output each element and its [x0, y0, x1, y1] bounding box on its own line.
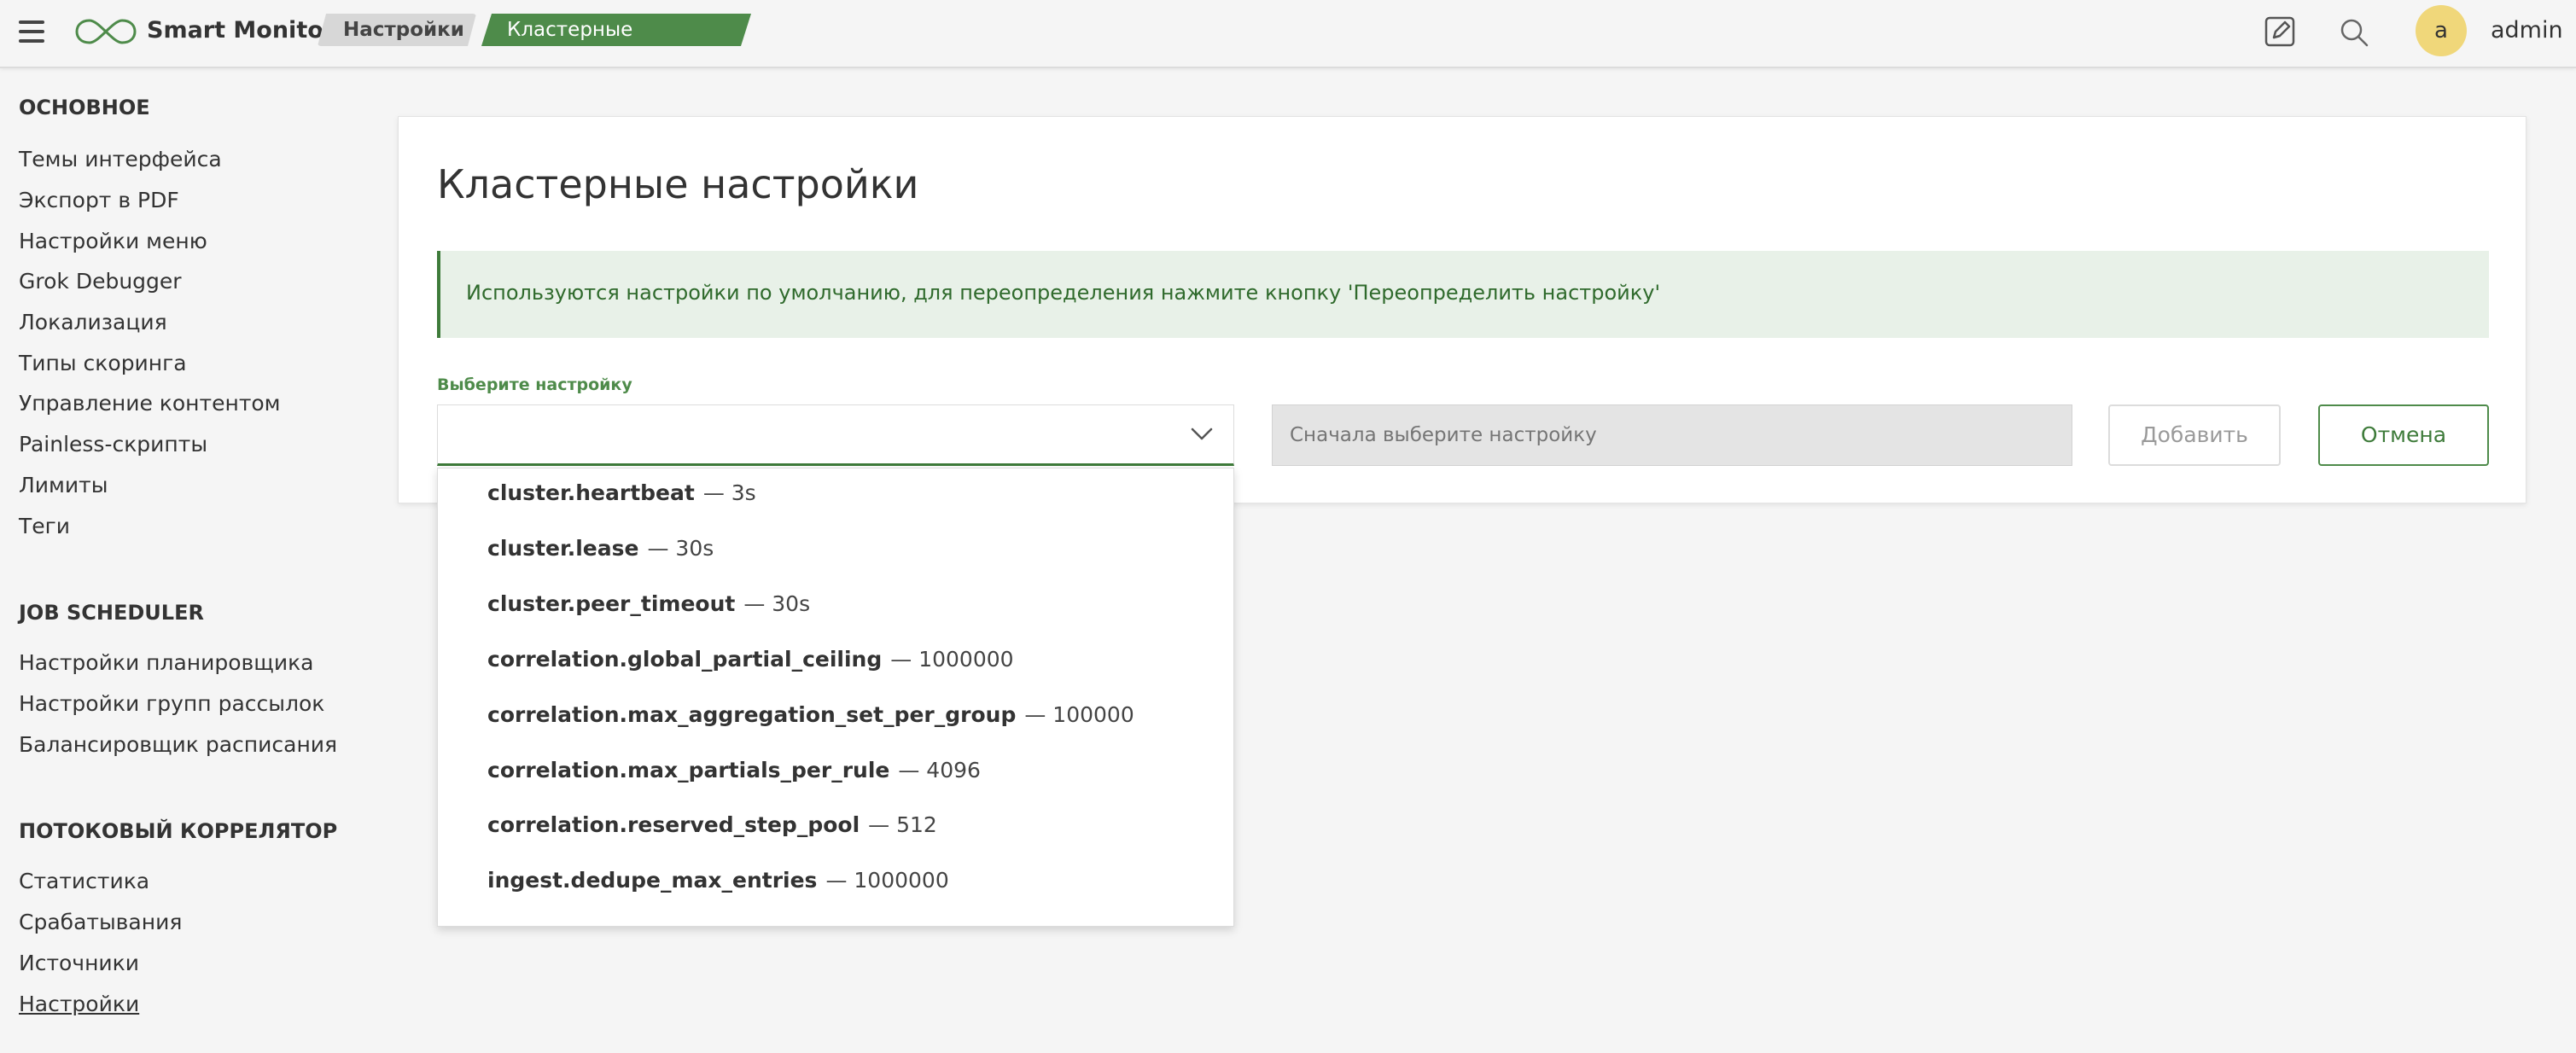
sidebar-item-scheduler-settings[interactable]: Настройки планировщика	[19, 649, 313, 678]
setting-select[interactable]	[437, 404, 1234, 466]
option-name: correlation.global_partial_ceiling	[487, 647, 883, 672]
option-value: — 30s	[647, 536, 714, 561]
sidebar-section-main: ОСНОВНОЕ	[19, 96, 150, 119]
dropdown-option[interactable]: cluster.peer_timeout — 30s	[487, 590, 810, 619]
option-value: — 1000000	[890, 647, 1014, 672]
sidebar-item-scoring-types[interactable]: Типы скоринга	[19, 349, 187, 378]
app-name[interactable]: Smart Monitor	[147, 15, 335, 46]
avatar[interactable]: a	[2416, 5, 2467, 56]
dropdown-option[interactable]: correlation.reserved_step_pool — 512	[487, 811, 937, 840]
sidebar-item-pdf-export[interactable]: Экспорт в PDF	[19, 186, 179, 215]
chevron-down-icon[interactable]	[1190, 423, 1214, 444]
dropdown-option[interactable]: cluster.heartbeat — 3s	[487, 479, 756, 508]
notice-text: Используются настройки по умолчанию, для…	[466, 281, 1661, 305]
edit-icon[interactable]	[2264, 15, 2296, 48]
option-name: ingest.dedupe_max_entries	[487, 868, 818, 893]
breadcrumb-cluster-settings[interactable]: Кластерные настройки	[481, 14, 751, 46]
search-icon[interactable]	[2339, 17, 2369, 48]
option-value: — 4096	[898, 758, 981, 782]
option-name: cluster.lease	[487, 536, 639, 561]
sidebar: ОСНОВНОЕ Темы интерфейса Экспорт в PDF Н…	[0, 70, 376, 1053]
page-title: Кластерные настройки	[437, 161, 919, 207]
option-value: — 100000	[1024, 702, 1134, 727]
option-name: correlation.max_aggregation_set_per_grou…	[487, 702, 1017, 727]
sidebar-item-grok-debugger[interactable]: Grok Debugger	[19, 267, 182, 296]
sidebar-item-menu-settings[interactable]: Настройки меню	[19, 227, 207, 256]
option-value: — 3s	[702, 480, 756, 505]
add-button[interactable]: Добавить	[2108, 404, 2281, 466]
option-value: — 1000000	[825, 868, 949, 893]
sidebar-item-limits[interactable]: Лимиты	[19, 471, 108, 500]
sidebar-section-job-scheduler: JOB SCHEDULER	[19, 601, 204, 625]
sidebar-item-themes[interactable]: Темы интерфейса	[19, 145, 222, 174]
sidebar-item-sources[interactable]: Источники	[19, 949, 139, 978]
sidebar-item-tags[interactable]: Теги	[19, 512, 70, 541]
sidebar-item-settings[interactable]: Настройки	[19, 990, 139, 1019]
username[interactable]: admin	[2491, 15, 2563, 46]
setting-select-label: Выберите настройку	[437, 375, 632, 394]
dropdown-option[interactable]: ingest.dedupe_max_entries — 1000000	[487, 866, 949, 895]
option-name: cluster.peer_timeout	[487, 591, 736, 616]
sidebar-item-content-management[interactable]: Управление контентом	[19, 389, 281, 418]
setting-dropdown: cluster.heartbeat — 3s cluster.lease — 30s…	[437, 468, 1234, 927]
sidebar-item-painless-scripts[interactable]: Painless-скрипты	[19, 430, 207, 459]
top-bar: Smart Monitor Настройки Кластерные настр…	[0, 0, 2576, 68]
option-name: cluster.heartbeat	[487, 480, 695, 505]
option-name: correlation.reserved_step_pool	[487, 812, 860, 837]
logo-infinity-icon	[75, 19, 137, 44]
sidebar-item-statistics[interactable]: Статистика	[19, 867, 149, 896]
setting-value-input[interactable]	[1272, 404, 2072, 466]
sidebar-item-schedule-balancer[interactable]: Балансировщик расписания	[19, 730, 337, 759]
sidebar-section-correlator: ПОТОКОВЫЙ КОРРЕЛЯТОР	[19, 819, 338, 843]
option-value: — 512	[868, 812, 937, 837]
dropdown-option[interactable]: correlation.max_aggregation_set_per_grou…	[487, 701, 1134, 730]
dropdown-option[interactable]: correlation.max_partials_per_rule — 4096	[487, 756, 981, 785]
sidebar-item-alerts[interactable]: Срабатывания	[19, 908, 182, 937]
menu-icon[interactable]	[19, 20, 44, 43]
option-name: correlation.max_partials_per_rule	[487, 758, 890, 782]
sidebar-item-mailing-groups[interactable]: Настройки групп рассылок	[19, 689, 324, 718]
dropdown-option[interactable]: cluster.lease — 30s	[487, 534, 714, 563]
breadcrumb-settings[interactable]: Настройки	[318, 14, 476, 46]
info-notice: Используются настройки по умолчанию, для…	[437, 251, 2489, 338]
cancel-button[interactable]: Отмена	[2318, 404, 2489, 466]
sidebar-item-localization[interactable]: Локализация	[19, 308, 167, 337]
dropdown-option[interactable]: correlation.global_partial_ceiling — 1000…	[487, 645, 1014, 674]
option-value: — 30s	[743, 591, 811, 616]
